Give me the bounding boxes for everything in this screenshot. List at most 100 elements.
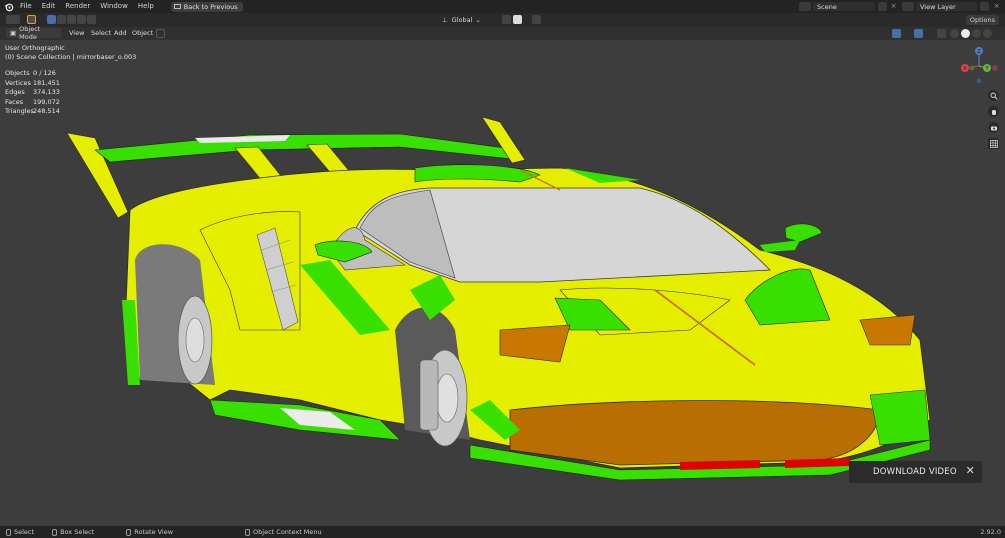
gizmo-z-label: Z bbox=[977, 49, 981, 55]
gizmo-neg-z[interactable] bbox=[976, 78, 982, 84]
viewport-header: ▣ Object Mode View Select Add Object bbox=[0, 25, 1005, 41]
global-transform-icon[interactable] bbox=[156, 29, 165, 38]
camera-view-icon[interactable] bbox=[988, 122, 999, 133]
view-layer-field[interactable]: View Layer bbox=[916, 2, 977, 11]
select-mode-extend-icon[interactable] bbox=[57, 15, 66, 24]
stats-row-triangles: Triangles 248,514 bbox=[5, 107, 60, 117]
select-mode-new-icon[interactable] bbox=[47, 15, 56, 24]
collection-name: (0) Scene Collection | mirrorbaser_o.003 bbox=[5, 53, 137, 61]
stats-label: Triangles bbox=[5, 107, 34, 115]
pan-hand-icon[interactable] bbox=[988, 106, 999, 117]
menu-render[interactable]: Render bbox=[60, 0, 95, 13]
navigation-buttons bbox=[988, 90, 999, 149]
navigation-gizmo[interactable]: Z X Y bbox=[958, 44, 1000, 86]
select-mode-invert-icon[interactable] bbox=[77, 15, 86, 24]
blender-logo-icon[interactable] bbox=[2, 0, 15, 13]
stats-label: Vertices bbox=[5, 78, 31, 87]
stats-row-edges: Edges 374,133 bbox=[5, 88, 60, 98]
mouse-middle-icon bbox=[126, 528, 132, 536]
editor-type-icon[interactable] bbox=[6, 15, 20, 24]
scene-statistics: Objects 0 / 126 Vertices 181,451 Edges 374,… bbox=[5, 69, 60, 117]
xray-toggle-icon[interactable] bbox=[937, 29, 946, 38]
3d-viewport[interactable]: User Orthographic (0) Scene Collection |… bbox=[0, 40, 1005, 526]
stats-value: 181,451 bbox=[33, 78, 60, 87]
status-select: Select bbox=[6, 528, 34, 536]
stats-row-vertices: Vertices 181,451 bbox=[5, 79, 60, 89]
select-mode-subtract-icon[interactable] bbox=[67, 15, 76, 24]
scene-selector-icon[interactable] bbox=[799, 2, 811, 11]
view-layer-name: View Layer bbox=[920, 2, 956, 11]
stats-value: 199,072 bbox=[33, 97, 60, 106]
mouse-drag-icon bbox=[52, 528, 58, 536]
car-model bbox=[66, 116, 931, 481]
mode-dropdown[interactable]: ▣ Object Mode bbox=[6, 25, 61, 41]
shading-options-icon[interactable] bbox=[994, 29, 1003, 38]
falloff-icon[interactable] bbox=[542, 15, 551, 24]
remove-view-layer-icon[interactable]: × bbox=[992, 2, 1001, 11]
tool-settings-header: ⊥ Global ⌄ Options bbox=[0, 13, 1005, 27]
mouse-left-icon bbox=[6, 528, 11, 536]
status-rotate-view: Rotate View bbox=[126, 528, 173, 536]
object-menu[interactable]: Object bbox=[128, 28, 157, 38]
menu-window[interactable]: Window bbox=[95, 0, 133, 13]
wireframe-shading-icon[interactable] bbox=[950, 29, 959, 38]
rendered-shading-icon[interactable] bbox=[983, 29, 992, 38]
stats-value: 374,133 bbox=[33, 88, 60, 96]
stats-row-objects: Objects 0 / 126 bbox=[5, 69, 60, 79]
solid-shading-icon[interactable] bbox=[961, 29, 970, 38]
new-scene-icon[interactable] bbox=[878, 2, 887, 11]
status-context-menu: Object Context Menu bbox=[245, 528, 322, 536]
download-video-button[interactable]: DOWNLOAD VIDEO ✕ bbox=[849, 461, 982, 483]
perspective-grid-icon[interactable] bbox=[988, 138, 999, 149]
stats-label: Edges bbox=[5, 88, 25, 96]
view-object-types-icon[interactable] bbox=[873, 29, 882, 38]
status-box-select: Box Select bbox=[52, 528, 94, 536]
status-select-label: Select bbox=[14, 528, 35, 536]
top-menu-bar: File Edit Render Window Help Back to Pre… bbox=[0, 0, 1005, 13]
snap-element-icon[interactable] bbox=[513, 15, 522, 24]
proportional-editing-icon[interactable] bbox=[532, 15, 541, 24]
menu-edit[interactable]: Edit bbox=[37, 0, 61, 13]
transform-orientation-dropdown[interactable]: ⊥ Global ⌄ bbox=[438, 15, 485, 25]
mode-label: Object Mode bbox=[19, 25, 41, 41]
stats-value: 0 / 126 bbox=[33, 69, 56, 77]
version-label: 2.92.0 bbox=[980, 528, 1001, 536]
menu-help[interactable]: Help bbox=[133, 0, 159, 13]
zoom-icon[interactable] bbox=[988, 90, 999, 101]
status-rotate-view-label: Rotate View bbox=[134, 528, 174, 536]
select-tool-icon[interactable] bbox=[27, 15, 36, 24]
back-to-previous-label: Back to Previous bbox=[183, 2, 238, 11]
orientation-icon: ⊥ bbox=[442, 16, 448, 24]
scene-name: Scene bbox=[817, 2, 837, 11]
material-shading-icon[interactable] bbox=[972, 29, 981, 38]
mouse-right-icon bbox=[245, 528, 251, 536]
view-menu[interactable]: View bbox=[65, 28, 88, 38]
view-layer-icon[interactable] bbox=[902, 2, 914, 11]
scene-field[interactable]: Scene bbox=[813, 2, 875, 11]
stats-value: 248,514 bbox=[33, 107, 60, 115]
gizmo-neg-x[interactable] bbox=[992, 65, 998, 71]
back-to-previous-button[interactable]: Back to Previous bbox=[170, 1, 243, 12]
overlays-toggle-icon[interactable] bbox=[914, 29, 923, 38]
close-icon[interactable]: ✕ bbox=[966, 464, 975, 477]
download-video-label: DOWNLOAD VIDEO bbox=[873, 467, 957, 477]
stats-label: Faces bbox=[5, 97, 24, 106]
snap-toggle-icon[interactable] bbox=[502, 15, 511, 24]
object-mode-icon: ▣ bbox=[10, 29, 17, 37]
remove-scene-icon[interactable]: × bbox=[889, 2, 898, 11]
transform-orientation-label: Global bbox=[451, 16, 473, 24]
stats-label: Objects bbox=[5, 69, 30, 77]
stats-row-faces: Faces 199,072 bbox=[5, 98, 60, 108]
menu-file[interactable]: File bbox=[15, 0, 37, 13]
gizmo-toggle-icon[interactable] bbox=[892, 29, 901, 38]
gizmo-x-label: X bbox=[963, 66, 967, 72]
options-dropdown[interactable]: Options bbox=[965, 15, 999, 25]
gizmo-neg-y[interactable] bbox=[969, 65, 975, 71]
pivot-point-icon[interactable] bbox=[483, 15, 492, 24]
chevron-down-icon: ⌄ bbox=[475, 16, 481, 24]
status-bar: Select Box Select Rotate View Object Con… bbox=[0, 526, 1005, 538]
select-mode-intersect-icon[interactable] bbox=[87, 15, 96, 24]
new-view-layer-icon[interactable] bbox=[980, 2, 989, 11]
status-box-select-label: Box Select bbox=[60, 528, 95, 536]
status-context-menu-label: Object Context Menu bbox=[253, 528, 322, 536]
